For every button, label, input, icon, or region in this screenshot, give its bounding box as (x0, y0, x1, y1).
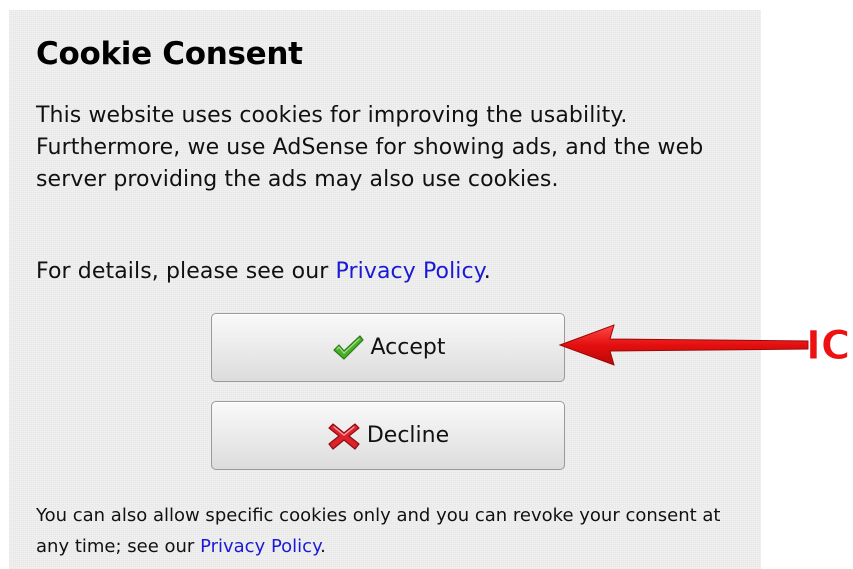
footer-privacy-policy-link[interactable]: Privacy Policy (200, 536, 320, 557)
privacy-policy-link[interactable]: Privacy Policy (336, 259, 484, 284)
decline-button[interactable]: Decline (211, 401, 565, 470)
intro-text: This website uses cookies for improving … (36, 103, 704, 192)
red-x-icon (327, 421, 361, 451)
accept-button-label: Accept (370, 335, 446, 360)
details-prefix: For details, please see our (36, 259, 336, 284)
dialog-title: Cookie Consent (36, 36, 303, 72)
screenshot-stage: Cookie Consent This website uses cookies… (0, 0, 853, 569)
decline-button-label: Decline (366, 423, 450, 448)
details-suffix: . (483, 259, 491, 284)
details-text: For details, please see our Privacy Poli… (36, 256, 491, 288)
annotation-label: ICI (805, 323, 853, 369)
footer-text: You can also allow specific cookies only… (36, 500, 756, 562)
cookie-consent-panel (9, 10, 761, 569)
red-arrow-annotation (558, 324, 809, 366)
footer-suffix: . (320, 536, 326, 557)
footer-prefix: You can also allow specific cookies only… (36, 505, 721, 557)
checkmark-icon (331, 333, 365, 363)
accept-button[interactable]: Accept (211, 313, 565, 382)
